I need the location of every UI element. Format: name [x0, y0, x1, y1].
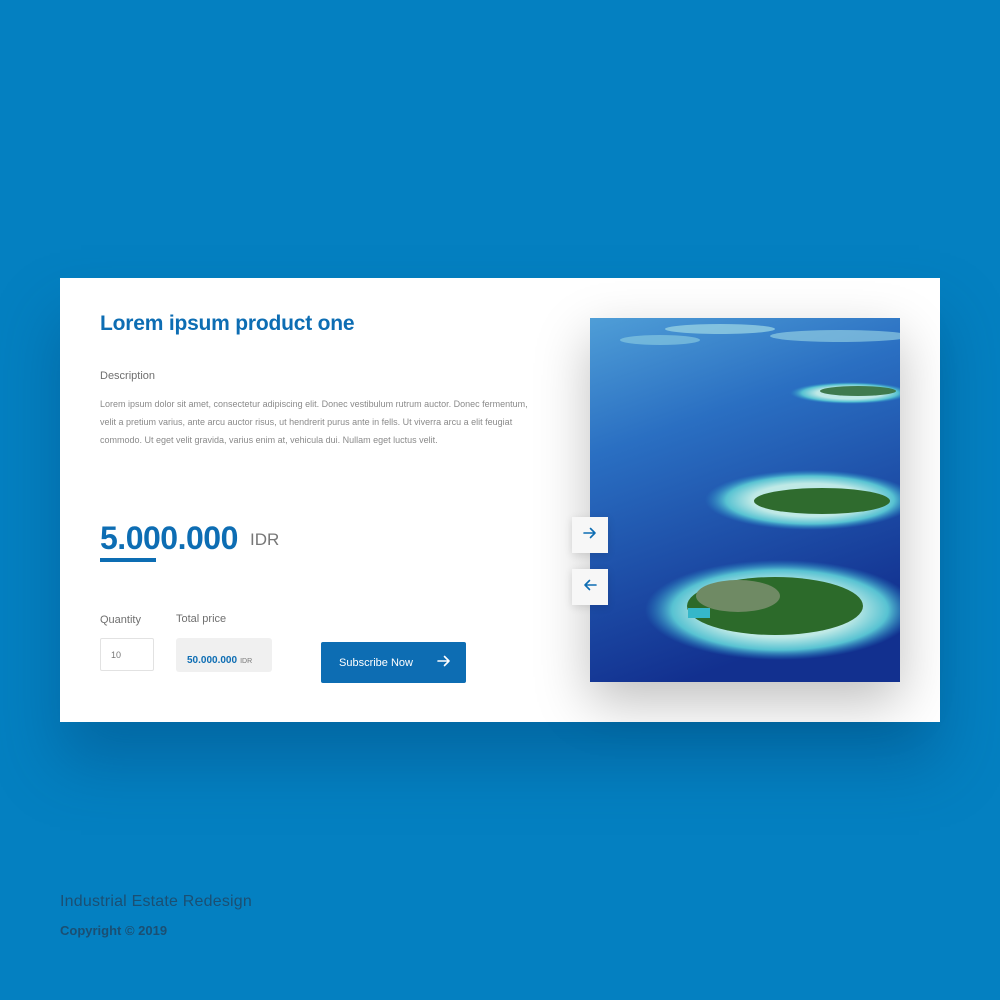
product-title: Lorem ipsum product one — [100, 312, 355, 335]
quantity-input[interactable] — [100, 638, 154, 671]
subscribe-button[interactable]: Subscribe Now — [321, 642, 466, 683]
subscribe-button-label: Subscribe Now — [339, 656, 413, 669]
footer-copyright: Copyright © 2019 — [60, 923, 168, 938]
product-card: Lorem ipsum product one Description Lore… — [60, 278, 940, 722]
arrow-left-icon — [583, 578, 597, 596]
footer-title: Industrial Estate Redesign — [60, 893, 252, 910]
previous-image-button[interactable] — [572, 569, 608, 605]
arrow-right-icon — [437, 654, 451, 672]
product-image — [590, 318, 900, 682]
product-price: 5.000.000 — [100, 520, 238, 556]
total-price-label: Total price — [176, 613, 227, 625]
price-underline — [100, 558, 156, 562]
total-price-box: 50.000.000 IDR — [176, 638, 272, 672]
quantity-label: Quantity — [100, 614, 141, 626]
total-price-value: 50.000.000 — [187, 655, 238, 666]
next-image-button[interactable] — [572, 517, 608, 553]
description-label: Description — [100, 370, 156, 382]
total-price-currency: IDR — [240, 658, 253, 665]
price-currency: IDR — [250, 530, 280, 549]
arrow-right-icon — [583, 526, 597, 544]
description-text: Lorem ipsum dolor sit amet, consectetur … — [100, 399, 528, 445]
